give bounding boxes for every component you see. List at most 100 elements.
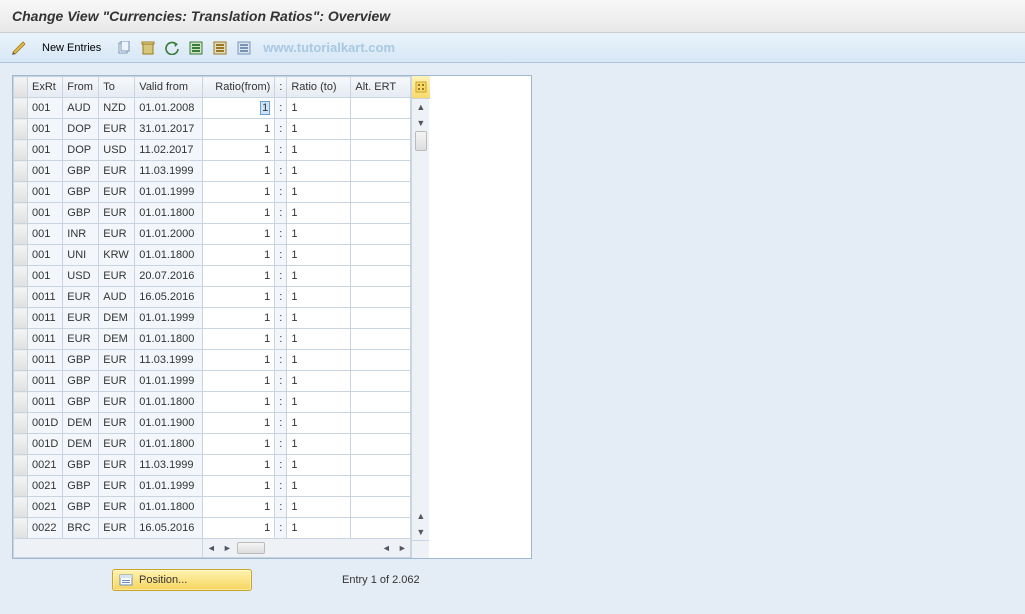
- cell-to[interactable]: EUR: [99, 434, 135, 455]
- cell-from[interactable]: INR: [63, 224, 99, 245]
- row-selector[interactable]: [14, 413, 28, 434]
- cell-alt-ert[interactable]: [351, 497, 411, 518]
- cell-valid-from[interactable]: 16.05.2016: [135, 287, 203, 308]
- table-row[interactable]: 0011GBPEUR11.03.19991:1: [14, 350, 411, 371]
- cell-valid-from[interactable]: 16.05.2016: [135, 518, 203, 539]
- cell-alt-ert[interactable]: [351, 203, 411, 224]
- cell-from[interactable]: GBP: [63, 350, 99, 371]
- cell-ratio-from[interactable]: 1: [203, 182, 275, 203]
- cell-to[interactable]: EUR: [99, 413, 135, 434]
- table-row[interactable]: 001DDEMEUR01.01.18001:1: [14, 434, 411, 455]
- cell-from[interactable]: UNI: [63, 245, 99, 266]
- cell-ratio-from[interactable]: 1: [203, 266, 275, 287]
- cell-alt-ert[interactable]: [351, 119, 411, 140]
- cell-ratio-from[interactable]: 1: [203, 455, 275, 476]
- cell-valid-from[interactable]: 01.01.1800: [135, 434, 203, 455]
- cell-valid-from[interactable]: 01.01.1800: [135, 203, 203, 224]
- col-ratio-to[interactable]: Ratio (to): [287, 77, 351, 98]
- cell-alt-ert[interactable]: [351, 455, 411, 476]
- cell-to[interactable]: EUR: [99, 266, 135, 287]
- cell-ratio-from[interactable]: 1: [203, 497, 275, 518]
- cell-ratio-to[interactable]: 1: [287, 455, 351, 476]
- cell-to[interactable]: EUR: [99, 161, 135, 182]
- cell-exrt[interactable]: 0011: [28, 371, 63, 392]
- cell-from[interactable]: DEM: [63, 434, 99, 455]
- cell-to[interactable]: EUR: [99, 497, 135, 518]
- table-row[interactable]: 0021GBPEUR11.03.19991:1: [14, 455, 411, 476]
- cell-exrt[interactable]: 0011: [28, 308, 63, 329]
- cell-from[interactable]: GBP: [63, 371, 99, 392]
- cell-valid-from[interactable]: 11.03.1999: [135, 350, 203, 371]
- row-selector[interactable]: [14, 287, 28, 308]
- cell-ratio-to[interactable]: 1: [287, 140, 351, 161]
- row-selector[interactable]: [14, 476, 28, 497]
- cell-to[interactable]: EUR: [99, 392, 135, 413]
- cell-alt-ert[interactable]: [351, 266, 411, 287]
- col-from[interactable]: From: [63, 77, 99, 98]
- cell-ratio-to[interactable]: 1: [287, 266, 351, 287]
- vscroll-down2-icon[interactable]: ▼: [413, 524, 429, 540]
- table-row[interactable]: 0011GBPEUR01.01.19991:1: [14, 371, 411, 392]
- cell-from[interactable]: EUR: [63, 329, 99, 350]
- cell-from[interactable]: GBP: [63, 476, 99, 497]
- cell-to[interactable]: EUR: [99, 476, 135, 497]
- cell-exrt[interactable]: 0011: [28, 287, 63, 308]
- cell-valid-from[interactable]: 01.01.1800: [135, 329, 203, 350]
- cell-ratio-to[interactable]: 1: [287, 329, 351, 350]
- row-selector[interactable]: [14, 329, 28, 350]
- table-row[interactable]: 001UNIKRW01.01.18001:1: [14, 245, 411, 266]
- cell-exrt[interactable]: 001: [28, 98, 63, 119]
- cell-to[interactable]: EUR: [99, 203, 135, 224]
- cell-exrt[interactable]: 001: [28, 203, 63, 224]
- cell-ratio-from[interactable]: 1: [203, 308, 275, 329]
- cell-exrt[interactable]: 001: [28, 224, 63, 245]
- cell-alt-ert[interactable]: [351, 413, 411, 434]
- select-block-icon[interactable]: [211, 39, 229, 57]
- cell-ratio-to[interactable]: 1: [287, 98, 351, 119]
- hscroll-right2-icon[interactable]: ►: [394, 540, 410, 556]
- row-select-header[interactable]: [14, 77, 28, 98]
- row-selector[interactable]: [14, 224, 28, 245]
- copy-as-icon[interactable]: [115, 39, 133, 57]
- cell-from[interactable]: GBP: [63, 392, 99, 413]
- cell-to[interactable]: EUR: [99, 518, 135, 539]
- cell-from[interactable]: GBP: [63, 497, 99, 518]
- cell-ratio-from[interactable]: 1: [203, 371, 275, 392]
- cell-valid-from[interactable]: 01.01.2000: [135, 224, 203, 245]
- cell-alt-ert[interactable]: [351, 350, 411, 371]
- cell-ratio-from[interactable]: 1: [203, 413, 275, 434]
- row-selector[interactable]: [14, 434, 28, 455]
- cell-to[interactable]: KRW: [99, 245, 135, 266]
- cell-ratio-from[interactable]: 1: [203, 434, 275, 455]
- row-selector[interactable]: [14, 161, 28, 182]
- row-selector[interactable]: [14, 455, 28, 476]
- vertical-scrollbar[interactable]: ▲ ▼ ▲ ▼: [411, 76, 429, 558]
- col-alt-ert[interactable]: Alt. ERT: [351, 77, 411, 98]
- row-selector[interactable]: [14, 119, 28, 140]
- cell-to[interactable]: DEM: [99, 308, 135, 329]
- undo-icon[interactable]: [163, 39, 181, 57]
- cell-to[interactable]: EUR: [99, 182, 135, 203]
- cell-ratio-to[interactable]: 1: [287, 392, 351, 413]
- hscroll-left2-icon[interactable]: ◄: [378, 540, 394, 556]
- toggle-display-icon[interactable]: [10, 39, 28, 57]
- cell-alt-ert[interactable]: [351, 224, 411, 245]
- cell-ratio-to[interactable]: 1: [287, 518, 351, 539]
- cell-valid-from[interactable]: 11.02.2017: [135, 140, 203, 161]
- cell-ratio-to[interactable]: 1: [287, 371, 351, 392]
- cell-from[interactable]: DEM: [63, 413, 99, 434]
- delete-icon[interactable]: [139, 39, 157, 57]
- cell-ratio-from[interactable]: 1: [203, 350, 275, 371]
- cell-ratio-to[interactable]: 1: [287, 476, 351, 497]
- row-selector[interactable]: [14, 182, 28, 203]
- table-row[interactable]: 001GBPEUR01.01.18001:1: [14, 203, 411, 224]
- table-row[interactable]: 001DOPEUR31.01.20171:1: [14, 119, 411, 140]
- cell-ratio-from[interactable]: 1: [203, 518, 275, 539]
- cell-alt-ert[interactable]: [351, 371, 411, 392]
- cell-from[interactable]: BRC: [63, 518, 99, 539]
- cell-ratio-to[interactable]: 1: [287, 203, 351, 224]
- table-row[interactable]: 001DOPUSD11.02.20171:1: [14, 140, 411, 161]
- hscroll-left-icon[interactable]: ◄: [203, 540, 219, 556]
- cell-exrt[interactable]: 001: [28, 140, 63, 161]
- cell-from[interactable]: DOP: [63, 140, 99, 161]
